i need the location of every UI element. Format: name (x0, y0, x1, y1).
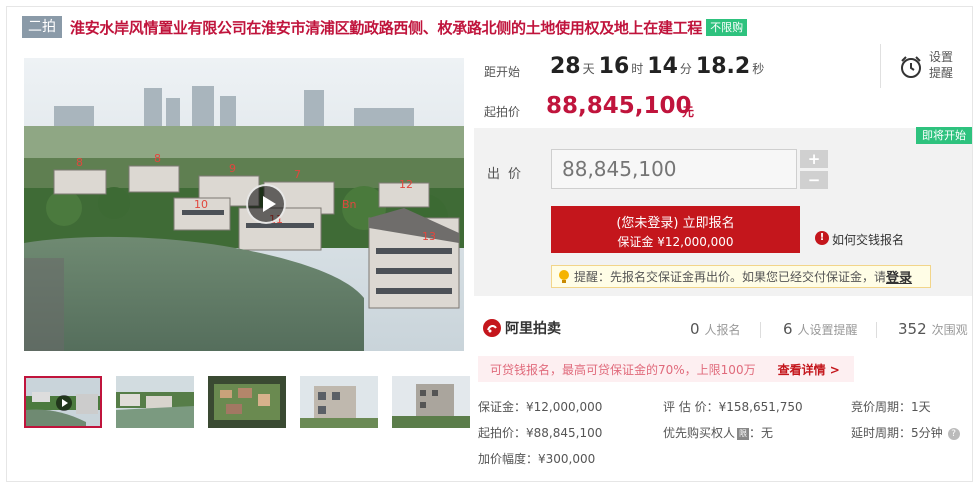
reminder-count: 6 人设置提醒 (783, 320, 858, 338)
deposit-info: 保证金：¥12,000,000 (478, 400, 603, 414)
stat-divider (876, 322, 877, 338)
view-details-link[interactable]: 查看详情 > (778, 361, 840, 378)
countdown-days: 28 (550, 54, 581, 79)
appraisal-info: 评 估 价：¥158,651,750 (663, 400, 803, 414)
building-label: 9 (229, 162, 236, 175)
status-badge: 即将开始 (916, 127, 972, 144)
aerial-photo: 8 8 9 7 10 11 12 13 Bn (24, 58, 464, 351)
reminder-divider (880, 44, 881, 88)
set-reminder-button[interactable]: 设置 提醒 (929, 49, 957, 81)
countdown-hours-unit: 时 (631, 62, 644, 76)
signup-deposit-label: 保证金 ¥12,000,000 (617, 235, 734, 249)
start-price-label: 起拍价 (484, 105, 521, 119)
auction-header: 二拍 淮安水岸风情置业有限公司在淮安市清浦区勤政路西侧、枚承路北侧的土地使用权及… (22, 12, 962, 42)
auction-title: 淮安水岸风情置业有限公司在淮安市清浦区勤政路西侧、枚承路北侧的土地使用权及地上在… (70, 18, 703, 37)
thumbnail-image-4[interactable] (300, 376, 378, 428)
delay-period-text: 延时周期：5分钟 (851, 426, 943, 440)
thumbnail-image (208, 376, 286, 428)
increase-bid-button[interactable]: + (800, 150, 828, 168)
info-icon: ! (815, 231, 829, 245)
thumbnail-image-5[interactable] (392, 376, 470, 428)
countdown-hours: 16 (598, 54, 630, 79)
start-price-value: 88,845,100 (546, 93, 692, 119)
countdown-timer: 28 天 16 时 14 分 18.2 秒 (550, 54, 768, 79)
signup-count-value: 0 (690, 320, 700, 338)
brand-name: 阿里拍卖 (505, 321, 561, 337)
tip-text: 提醒：先报名交保证金再出价。如果您已经交付保证金，请 (574, 270, 887, 284)
thumbnail-image (116, 376, 194, 428)
priority-buyer-icon[interactable]: 限 (737, 427, 750, 440)
loan-promo-bar: 可贷钱报名，最高可贷保证金的70%，上限100万 查看详情 > (478, 356, 854, 382)
main-photo-video[interactable]: 8 8 9 7 10 11 12 13 Bn (24, 58, 464, 351)
countdown-minutes-unit: 分 (679, 62, 692, 76)
increment-info: 加价幅度：¥300,000 (478, 452, 596, 466)
thumbnail-play-icon (56, 395, 72, 411)
countdown-days-unit: 天 (582, 62, 595, 76)
thumbnail-video[interactable] (24, 376, 102, 428)
signup-count: 0 人报名 (690, 320, 741, 338)
thumbnail-image-3[interactable] (208, 376, 286, 428)
login-tip: 提醒：先报名交保证金再出价。如果您已经交付保证金，请 登录 (551, 265, 931, 288)
ali-logo-icon (483, 319, 501, 337)
loan-promo-text: 可贷钱报名，最高可贷保证金的70%，上限100万 (490, 362, 756, 377)
countdown-seconds: 18.2 (695, 54, 751, 79)
building-label: 13 (422, 230, 436, 243)
lightbulb-icon (559, 269, 569, 283)
thumbnail-image (300, 376, 378, 428)
view-count-label: 次围观 (931, 323, 968, 337)
signup-button[interactable]: (您未登录) 立即报名 保证金 ¥12,000,000 (551, 206, 800, 253)
countdown-seconds-unit: 秒 (752, 62, 765, 76)
signup-count-label: 人报名 (704, 323, 741, 337)
view-count-value: 352 (898, 320, 927, 338)
delay-period-info: 延时周期：5分钟? (851, 424, 960, 441)
thumbnail-image (392, 376, 470, 428)
priority-buyer-label: 优先购买权人 (663, 426, 736, 440)
unlimited-tag: 不限购 (706, 18, 748, 36)
start-price-info: 起拍价：¥88,845,100 (478, 426, 603, 440)
reminder-count-value: 6 (783, 320, 793, 338)
how-to-pay-link[interactable]: 如何交钱报名 (832, 231, 904, 248)
help-icon[interactable]: ? (947, 427, 960, 440)
signup-button-label: (您未登录) 立即报名 (616, 216, 735, 231)
set-reminder-label-1: 设置 (929, 50, 954, 64)
countdown-minutes: 14 (647, 54, 678, 79)
reminder-count-label: 人设置提醒 (797, 323, 858, 337)
countdown-label: 距开始 (484, 65, 521, 79)
start-price-unit: 元 (682, 105, 695, 119)
decrease-bid-button[interactable]: − (800, 171, 828, 189)
building-label: 8 (154, 152, 161, 165)
view-count: 352 次围观 (898, 320, 968, 338)
play-icon[interactable] (246, 184, 286, 224)
building-label: 7 (294, 168, 301, 181)
alarm-clock-icon[interactable] (899, 55, 923, 79)
building-label: 12 (399, 178, 413, 191)
priority-buyer-info: 优先购买权人限：无 (663, 424, 773, 441)
thumbnail-strip (24, 376, 470, 431)
thumbnail-image-2[interactable] (116, 376, 194, 428)
building-label: 10 (194, 198, 208, 211)
stat-divider (760, 322, 761, 338)
building-label: 8 (76, 156, 83, 169)
bid-period-info: 竞价周期：1天 (851, 400, 931, 414)
building-label: Bn (342, 198, 357, 211)
bid-input[interactable] (551, 149, 797, 189)
login-link[interactable]: 登录 (886, 267, 912, 286)
ali-auction-logo: 阿里拍卖 (483, 318, 561, 338)
round-badge: 二拍 (22, 16, 62, 38)
priority-buyer-value: ：无 (749, 426, 774, 440)
set-reminder-label-2: 提醒 (929, 66, 954, 80)
bid-label: 出价 (487, 167, 530, 182)
